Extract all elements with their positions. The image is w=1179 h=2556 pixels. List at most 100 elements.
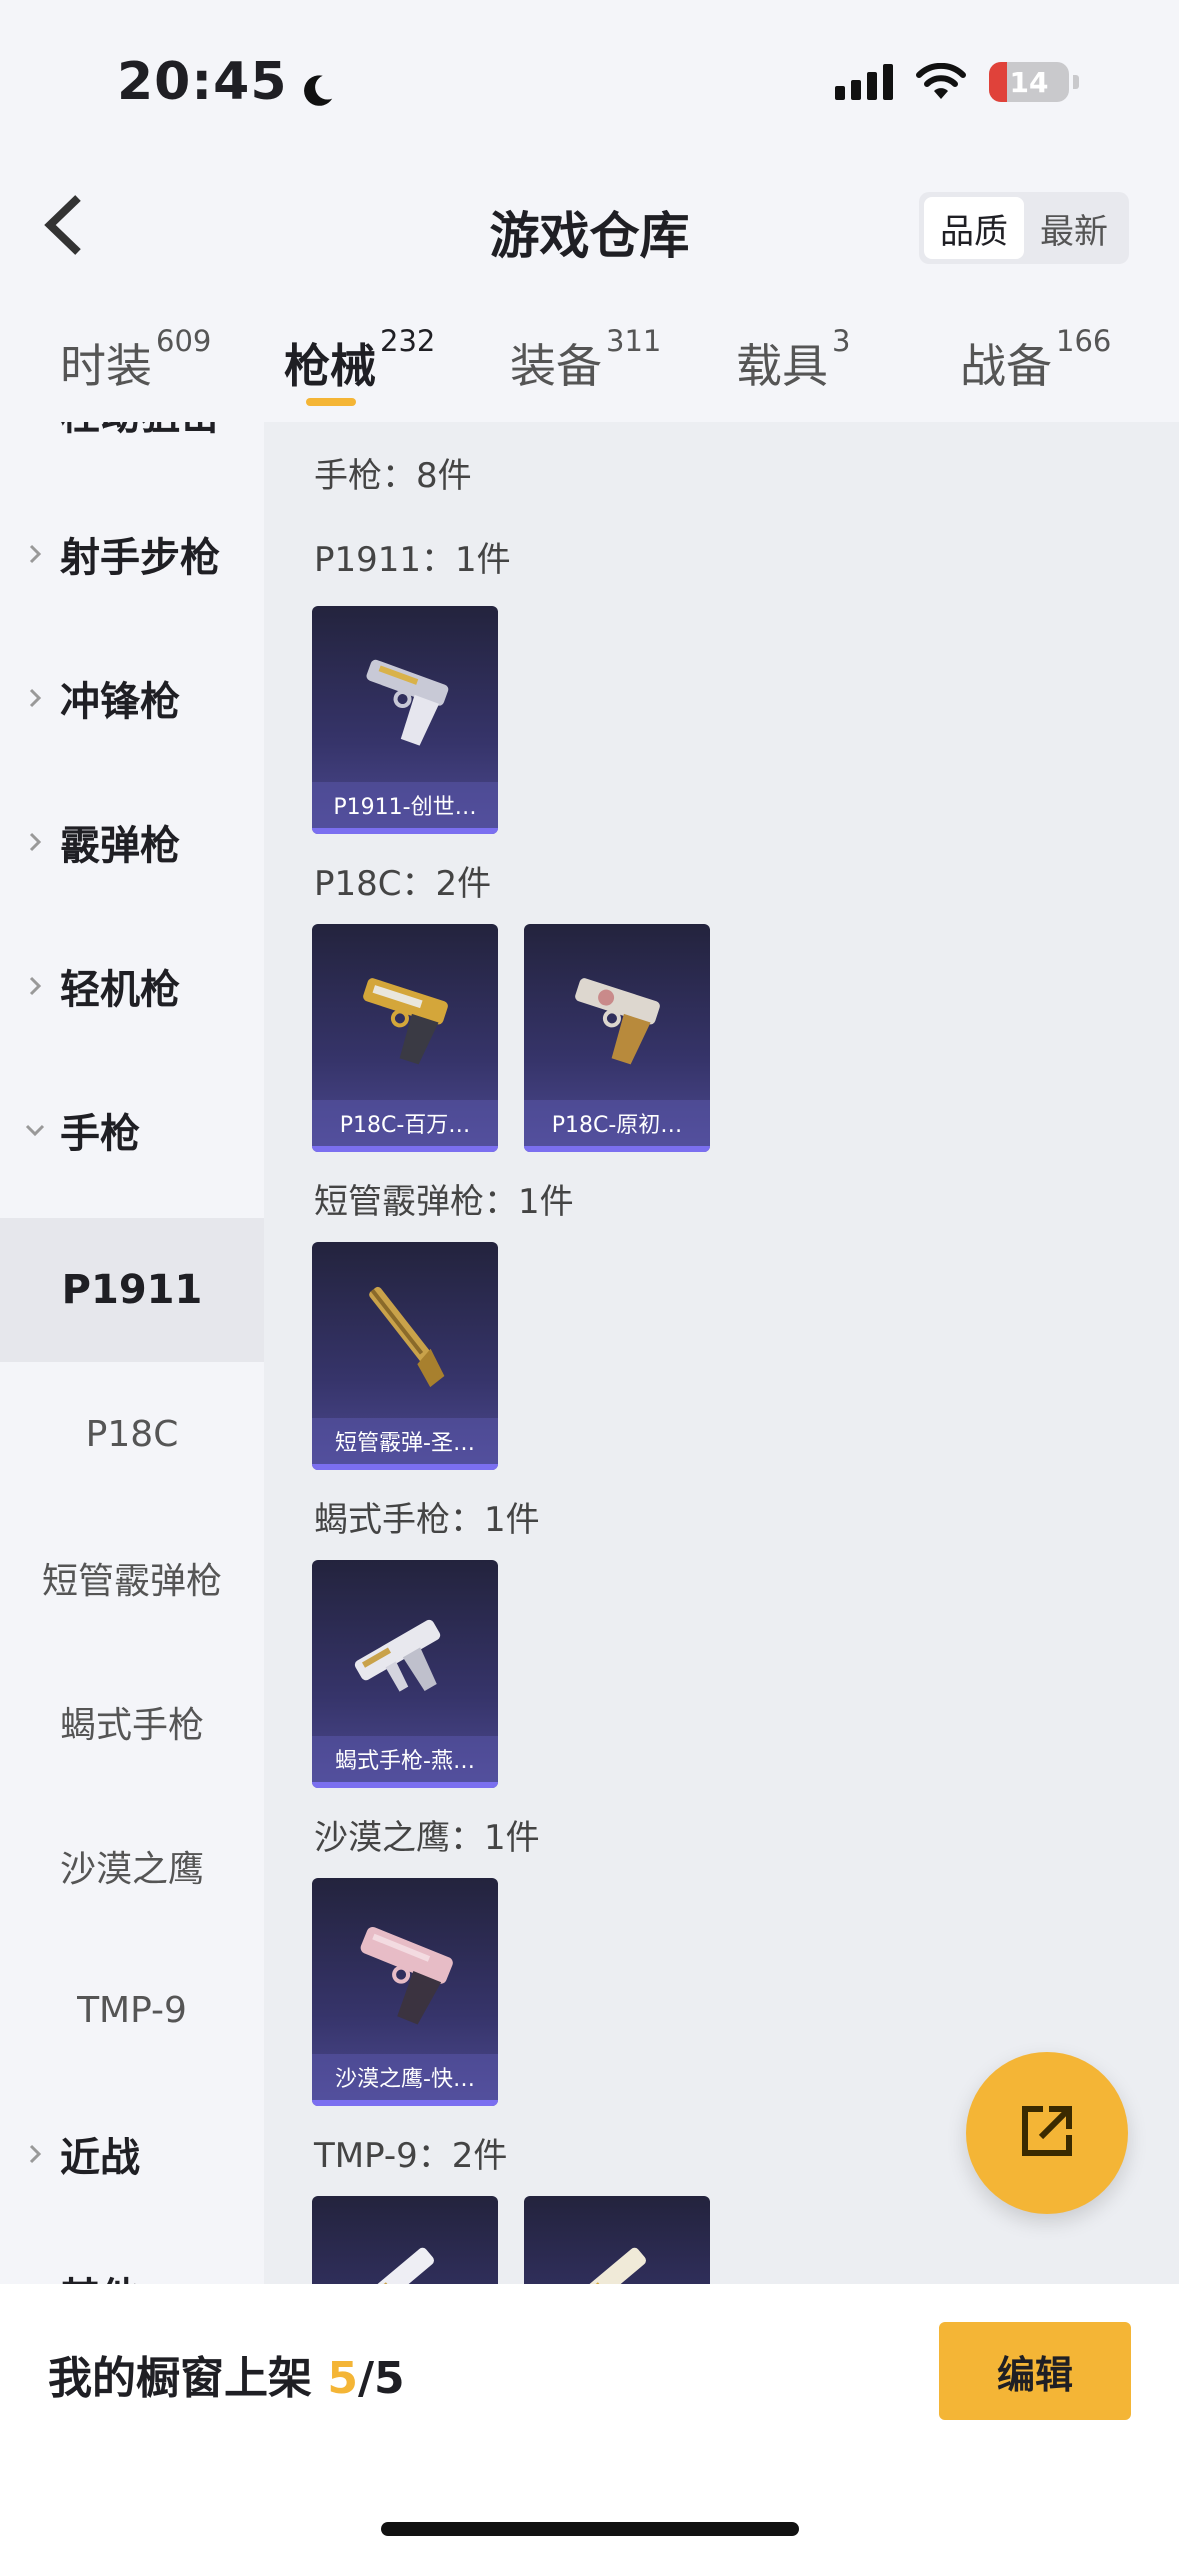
group-title-tmp9: TMP-9：2件 xyxy=(314,2136,508,2176)
tab-equipment[interactable]: 装备 311 xyxy=(510,324,661,396)
pistol-icon xyxy=(342,1910,468,2036)
tab-fashion[interactable]: 时装 609 xyxy=(60,324,211,396)
chevron-down-icon xyxy=(24,1119,54,1141)
tab-label: 载具 xyxy=(736,339,828,393)
chevron-right-icon xyxy=(24,543,54,565)
sidebar-sub-p1911[interactable]: P1911 xyxy=(0,1218,264,1362)
item-card-label: P18C-原初… xyxy=(524,1100,710,1146)
group-title-p1911: P1911：1件 xyxy=(314,540,511,580)
item-card-label: P18C-百万… xyxy=(312,1100,498,1146)
tab-count: 166 xyxy=(1056,324,1112,358)
group-title-sawed-off: 短管霰弹枪：1件 xyxy=(314,1182,574,1222)
sidebar-item-lmg[interactable]: 轻机枪 xyxy=(0,914,264,1058)
sidebar-item-label: 近战 xyxy=(60,2135,140,2181)
sidebar: 栓动狙击 射手步枪 冲锋枪 霰弹枪 轻机枪 手枪 P1911 P18C 短管霰弹… xyxy=(0,422,264,2284)
sidebar-item-marksman-rifle[interactable]: 射手步枪 xyxy=(0,482,264,626)
tab-label: 战备 xyxy=(960,339,1052,393)
tab-label: 枪械 xyxy=(284,339,376,393)
rarity-bar xyxy=(312,828,498,834)
moon-icon xyxy=(298,63,336,106)
sidebar-item-label: 射手步枪 xyxy=(60,535,220,581)
pistol-icon xyxy=(554,956,680,1082)
showcase-label: 我的橱窗上架 xyxy=(48,2353,328,2404)
battery-level: 14 xyxy=(1009,65,1049,99)
chevron-right-icon xyxy=(24,687,54,709)
rarity-bar xyxy=(524,1146,710,1152)
shotgun-icon xyxy=(342,1274,468,1400)
tab-label: 时装 xyxy=(60,339,152,393)
item-card-p1911[interactable]: P1911-创世… xyxy=(312,606,498,834)
share-icon xyxy=(1015,2099,1079,2167)
group-title-desert-eagle: 沙漠之鹰：1件 xyxy=(314,1818,540,1858)
sidebar-item-label: 栓动狙击 xyxy=(60,422,220,441)
showcase-current: 5 xyxy=(327,2353,358,2404)
showcase-status: 我的橱窗上架 5/5 xyxy=(48,2342,405,2406)
status-time-text: 20:45 xyxy=(117,52,288,112)
smg-icon xyxy=(342,2228,468,2284)
sidebar-item-shotgun[interactable]: 霰弹枪 xyxy=(0,770,264,914)
active-tab-indicator xyxy=(306,398,356,406)
item-card-tmp9-1[interactable] xyxy=(312,2196,498,2284)
sidebar-item-label: 霰弹枪 xyxy=(60,823,180,869)
home-indicator[interactable] xyxy=(381,2522,799,2536)
tab-firearms[interactable]: 枪械 232 xyxy=(284,324,435,396)
sidebar-item-label: 冲锋枪 xyxy=(60,679,180,725)
header: 游戏仓库 品质 最新 xyxy=(0,150,1179,300)
signal-icon xyxy=(835,64,893,100)
group-title-p18c: P18C：2件 xyxy=(314,864,492,904)
edit-button[interactable]: 编辑 xyxy=(939,2322,1131,2420)
chevron-right-icon xyxy=(24,975,54,997)
item-card-label: P1911-创世… xyxy=(312,782,498,828)
item-card-label: 蝎式手枪-燕… xyxy=(312,1736,498,1782)
sidebar-sub-desert-eagle[interactable]: 沙漠之鹰 xyxy=(0,1794,264,1938)
sidebar-item-smg[interactable]: 冲锋枪 xyxy=(0,626,264,770)
status-time: 20:45 xyxy=(117,52,336,112)
smg-icon xyxy=(554,2228,680,2284)
rarity-bar xyxy=(312,1146,498,1152)
item-card-label: 沙漠之鹰-快… xyxy=(312,2054,498,2100)
chevron-right-icon xyxy=(24,422,54,423)
tab-count: 311 xyxy=(606,324,662,358)
item-card-desert-eagle[interactable]: 沙漠之鹰-快… xyxy=(312,1878,498,2106)
item-list: 手枪：8件 P1911：1件 P1911-创世… P18C：2件 P18C-百万… xyxy=(264,422,1179,2284)
sidebar-item-label: 轻机枪 xyxy=(60,967,180,1013)
sort-newest-button[interactable]: 最新 xyxy=(1024,197,1124,259)
sidebar-sub-p18c[interactable]: P18C xyxy=(0,1362,264,1506)
sidebar-item-pistol[interactable]: 手枪 xyxy=(0,1058,264,1202)
sidebar-sub-tmp9[interactable]: TMP-9 xyxy=(0,1938,264,2082)
tab-combat-gear[interactable]: 战备 166 xyxy=(960,324,1111,396)
sidebar-sub-sawed-off[interactable]: 短管霰弹枪 xyxy=(0,1506,264,1650)
sidebar-item-other[interactable]: 其他 xyxy=(0,2222,264,2284)
section-title: 手枪：8件 xyxy=(314,456,472,496)
pistol-icon xyxy=(342,956,468,1082)
pistol-icon xyxy=(342,1592,468,1718)
status-indicators: 14 xyxy=(835,62,1079,102)
pistol-icon xyxy=(342,638,468,764)
item-card-tmp9-2[interactable] xyxy=(524,2196,710,2284)
chevron-right-icon xyxy=(24,2143,54,2165)
battery-icon: 14 xyxy=(989,62,1069,102)
tab-count: 609 xyxy=(156,324,212,358)
bottom-bar: 我的橱窗上架 5/5 编辑 xyxy=(0,2284,1179,2556)
sidebar-item-bolt-sniper[interactable]: 栓动狙击 xyxy=(0,422,264,484)
status-bar: 20:45 14 xyxy=(0,0,1179,150)
item-card-sawed-off[interactable]: 短管霰弹-圣… xyxy=(312,1242,498,1470)
item-card-skorpion[interactable]: 蝎式手枪-燕… xyxy=(312,1560,498,1788)
share-button[interactable] xyxy=(966,2052,1128,2214)
showcase-total: /5 xyxy=(357,2353,405,2404)
sidebar-sub-skorpion[interactable]: 蝎式手枪 xyxy=(0,1650,264,1794)
sidebar-item-label: 手枪 xyxy=(60,1111,140,1157)
wifi-icon xyxy=(915,63,967,101)
sort-quality-button[interactable]: 品质 xyxy=(924,197,1024,259)
sort-toggle: 品质 最新 xyxy=(919,192,1129,264)
tab-count: 232 xyxy=(380,324,436,358)
tab-vehicles[interactable]: 载具 3 xyxy=(736,324,850,396)
rarity-bar xyxy=(312,1464,498,1470)
item-card-p18c-2[interactable]: P18C-原初… xyxy=(524,924,710,1152)
chevron-right-icon xyxy=(24,831,54,853)
sidebar-item-melee[interactable]: 近战 xyxy=(0,2082,264,2226)
item-card-p18c-1[interactable]: P18C-百万… xyxy=(312,924,498,1152)
item-card-label: 短管霰弹-圣… xyxy=(312,1418,498,1464)
tab-label: 装备 xyxy=(510,339,602,393)
group-title-skorpion: 蝎式手枪：1件 xyxy=(314,1500,540,1540)
